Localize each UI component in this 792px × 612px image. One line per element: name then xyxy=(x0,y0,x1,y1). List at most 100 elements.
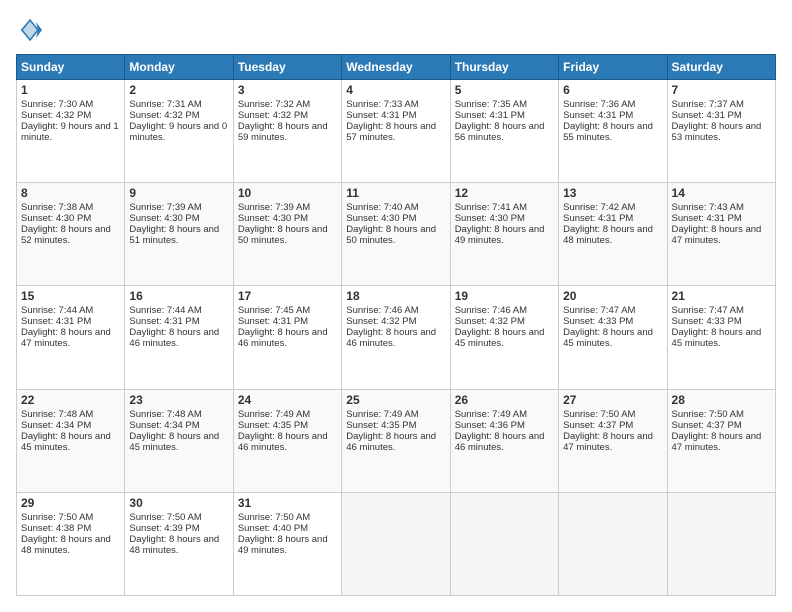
daylight: Daylight: 8 hours and 46 minutes. xyxy=(346,431,436,453)
calendar-cell: 1Sunrise: 7:30 AMSunset: 4:32 PMDaylight… xyxy=(17,80,125,183)
sunset: Sunset: 4:31 PM xyxy=(672,213,742,224)
calendar-cell: 12Sunrise: 7:41 AMSunset: 4:30 PMDayligh… xyxy=(450,183,558,286)
day-number: 15 xyxy=(21,289,120,303)
calendar-cell: 5Sunrise: 7:35 AMSunset: 4:31 PMDaylight… xyxy=(450,80,558,183)
day-number: 29 xyxy=(21,496,120,510)
calendar-cell: 3Sunrise: 7:32 AMSunset: 4:32 PMDaylight… xyxy=(233,80,341,183)
day-number: 1 xyxy=(21,83,120,97)
calendar-week-3: 15Sunrise: 7:44 AMSunset: 4:31 PMDayligh… xyxy=(17,286,776,389)
sunset: Sunset: 4:40 PM xyxy=(238,523,308,534)
day-number: 12 xyxy=(455,186,554,200)
calendar-cell: 19Sunrise: 7:46 AMSunset: 4:32 PMDayligh… xyxy=(450,286,558,389)
sunrise: Sunrise: 7:50 AM xyxy=(672,409,744,420)
day-number: 4 xyxy=(346,83,445,97)
daylight: Daylight: 9 hours and 1 minute. xyxy=(21,121,119,143)
calendar-table: SundayMondayTuesdayWednesdayThursdayFrid… xyxy=(16,54,776,596)
sunrise: Sunrise: 7:40 AM xyxy=(346,202,418,213)
day-number: 14 xyxy=(672,186,771,200)
daylight: Daylight: 8 hours and 50 minutes. xyxy=(238,224,328,246)
sunset: Sunset: 4:31 PM xyxy=(129,316,199,327)
sunrise: Sunrise: 7:49 AM xyxy=(238,409,310,420)
sunrise: Sunrise: 7:46 AM xyxy=(455,305,527,316)
sunset: Sunset: 4:33 PM xyxy=(672,316,742,327)
calendar-cell xyxy=(450,492,558,595)
calendar-cell: 28Sunrise: 7:50 AMSunset: 4:37 PMDayligh… xyxy=(667,389,775,492)
sunrise: Sunrise: 7:31 AM xyxy=(129,99,201,110)
calendar-cell xyxy=(667,492,775,595)
sunrise: Sunrise: 7:42 AM xyxy=(563,202,635,213)
sunrise: Sunrise: 7:43 AM xyxy=(672,202,744,213)
sunset: Sunset: 4:32 PM xyxy=(455,316,525,327)
sunrise: Sunrise: 7:50 AM xyxy=(563,409,635,420)
sunrise: Sunrise: 7:39 AM xyxy=(238,202,310,213)
day-number: 16 xyxy=(129,289,228,303)
daylight: Daylight: 8 hours and 46 minutes. xyxy=(129,327,219,349)
sunset: Sunset: 4:30 PM xyxy=(129,213,199,224)
sunrise: Sunrise: 7:48 AM xyxy=(21,409,93,420)
sunset: Sunset: 4:35 PM xyxy=(238,420,308,431)
header xyxy=(16,16,776,44)
day-number: 5 xyxy=(455,83,554,97)
day-header-thursday: Thursday xyxy=(450,55,558,80)
logo-icon xyxy=(16,16,44,44)
sunrise: Sunrise: 7:30 AM xyxy=(21,99,93,110)
page: SundayMondayTuesdayWednesdayThursdayFrid… xyxy=(0,0,792,612)
sunset: Sunset: 4:31 PM xyxy=(563,213,633,224)
daylight: Daylight: 8 hours and 48 minutes. xyxy=(129,534,219,556)
day-header-friday: Friday xyxy=(559,55,667,80)
daylight: Daylight: 8 hours and 45 minutes. xyxy=(129,431,219,453)
sunset: Sunset: 4:30 PM xyxy=(455,213,525,224)
calendar-cell: 7Sunrise: 7:37 AMSunset: 4:31 PMDaylight… xyxy=(667,80,775,183)
day-number: 6 xyxy=(563,83,662,97)
daylight: Daylight: 8 hours and 51 minutes. xyxy=(129,224,219,246)
sunrise: Sunrise: 7:49 AM xyxy=(346,409,418,420)
sunset: Sunset: 4:34 PM xyxy=(129,420,199,431)
day-number: 11 xyxy=(346,186,445,200)
day-number: 17 xyxy=(238,289,337,303)
calendar-cell: 22Sunrise: 7:48 AMSunset: 4:34 PMDayligh… xyxy=(17,389,125,492)
sunrise: Sunrise: 7:44 AM xyxy=(21,305,93,316)
day-number: 3 xyxy=(238,83,337,97)
daylight: Daylight: 8 hours and 52 minutes. xyxy=(21,224,111,246)
daylight: Daylight: 8 hours and 50 minutes. xyxy=(346,224,436,246)
sunset: Sunset: 4:32 PM xyxy=(346,316,416,327)
day-number: 8 xyxy=(21,186,120,200)
sunset: Sunset: 4:39 PM xyxy=(129,523,199,534)
sunrise: Sunrise: 7:35 AM xyxy=(455,99,527,110)
calendar-cell: 20Sunrise: 7:47 AMSunset: 4:33 PMDayligh… xyxy=(559,286,667,389)
day-number: 2 xyxy=(129,83,228,97)
calendar-cell: 26Sunrise: 7:49 AMSunset: 4:36 PMDayligh… xyxy=(450,389,558,492)
sunrise: Sunrise: 7:47 AM xyxy=(563,305,635,316)
sunrise: Sunrise: 7:36 AM xyxy=(563,99,635,110)
sunset: Sunset: 4:31 PM xyxy=(455,110,525,121)
sunset: Sunset: 4:35 PM xyxy=(346,420,416,431)
calendar-cell: 31Sunrise: 7:50 AMSunset: 4:40 PMDayligh… xyxy=(233,492,341,595)
day-header-tuesday: Tuesday xyxy=(233,55,341,80)
daylight: Daylight: 8 hours and 57 minutes. xyxy=(346,121,436,143)
calendar-cell: 25Sunrise: 7:49 AMSunset: 4:35 PMDayligh… xyxy=(342,389,450,492)
day-number: 7 xyxy=(672,83,771,97)
daylight: Daylight: 8 hours and 46 minutes. xyxy=(346,327,436,349)
daylight: Daylight: 9 hours and 0 minutes. xyxy=(129,121,227,143)
sunset: Sunset: 4:31 PM xyxy=(346,110,416,121)
sunrise: Sunrise: 7:48 AM xyxy=(129,409,201,420)
sunset: Sunset: 4:36 PM xyxy=(455,420,525,431)
calendar-cell xyxy=(559,492,667,595)
day-number: 21 xyxy=(672,289,771,303)
day-number: 27 xyxy=(563,393,662,407)
day-header-saturday: Saturday xyxy=(667,55,775,80)
daylight: Daylight: 8 hours and 49 minutes. xyxy=(238,534,328,556)
sunset: Sunset: 4:31 PM xyxy=(21,316,91,327)
sunset: Sunset: 4:32 PM xyxy=(238,110,308,121)
day-number: 13 xyxy=(563,186,662,200)
sunset: Sunset: 4:38 PM xyxy=(21,523,91,534)
day-header-wednesday: Wednesday xyxy=(342,55,450,80)
daylight: Daylight: 8 hours and 46 minutes. xyxy=(238,327,328,349)
sunrise: Sunrise: 7:38 AM xyxy=(21,202,93,213)
daylight: Daylight: 8 hours and 55 minutes. xyxy=(563,121,653,143)
daylight: Daylight: 8 hours and 45 minutes. xyxy=(672,327,762,349)
day-header-monday: Monday xyxy=(125,55,233,80)
day-number: 9 xyxy=(129,186,228,200)
sunrise: Sunrise: 7:44 AM xyxy=(129,305,201,316)
daylight: Daylight: 8 hours and 45 minutes. xyxy=(455,327,545,349)
